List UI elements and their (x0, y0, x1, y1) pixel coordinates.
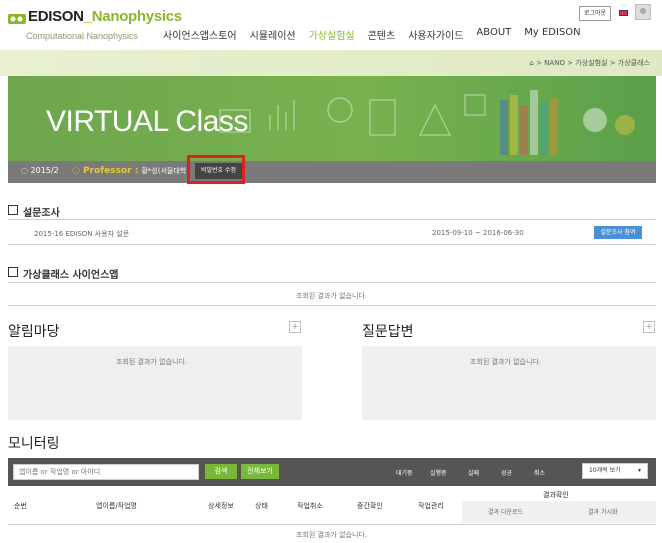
per-page-value: 10개씩 보기 (589, 467, 621, 474)
column-header-download: 결과 다운로드 (488, 509, 524, 516)
per-page-select[interactable]: 10개씩 보기 ▾ (582, 463, 648, 479)
survey-section-title: 설문조사 (23, 208, 60, 219)
divider (8, 244, 656, 245)
divider (8, 524, 656, 525)
column-header-cancel: 작업취소 (297, 502, 323, 510)
breadcrumb: ⌂ > NANO > 가상실험실 > 가상클래스 (529, 58, 650, 68)
nav-item-scienceapp-store[interactable]: 사이언스앱스토어 (163, 27, 237, 42)
survey-name[interactable]: 2015-16 EDISON 사용자 설문 (34, 229, 129, 239)
column-header-status: 상태 (255, 502, 268, 510)
logo-subtitle: Computational Nanophysics (26, 31, 139, 41)
status-tab-success[interactable]: 성공 (501, 468, 512, 477)
external-link-icon (8, 205, 18, 215)
breadcrumb-path: > NANO > 가상실험실 > 가상클래스 (536, 59, 650, 67)
monitoring-search-input[interactable] (13, 464, 199, 480)
notice-empty-message: 조회된 결과가 없습니다. (116, 358, 188, 366)
notice-more-button[interactable]: + (289, 321, 301, 333)
lightbulb-icon: ◌ (21, 166, 31, 175)
lightbulb-icon: ◌ (72, 166, 83, 176)
status-tab-cancelled[interactable]: 취소 (534, 468, 545, 477)
science-apps-empty-message: 조회된 결과가 없습니다. (296, 292, 368, 300)
search-button[interactable]: 검색 (205, 464, 237, 479)
divider (8, 305, 656, 306)
professor-prefix: Professor : (83, 166, 139, 176)
dropdown-arrow-icon: ▾ (637, 467, 641, 474)
monitoring-section-title: 모니터링 (8, 436, 60, 452)
logout-button[interactable]: 로그아웃 (579, 6, 611, 21)
professor-label: ◌ Professor : 황*성(서울대학 (72, 166, 186, 176)
column-header-index: 순번 (14, 502, 27, 510)
nav-item-my-edison[interactable]: My EDISON (524, 27, 580, 42)
highlight-box (187, 155, 245, 184)
main-nav: 사이언스앱스토어 시뮬레이션 가상실험실 콘텐츠 사용자가이드 ABOUT My… (163, 27, 594, 42)
status-tab-failed[interactable]: 실패 (468, 468, 479, 477)
column-header-app-job: 앱이름/작업명 (96, 502, 137, 510)
nav-item-user-guide[interactable]: 사용자가이드 (408, 27, 463, 42)
nav-item-virtual-lab[interactable]: 가상실험실 (309, 27, 355, 42)
notice-section-title: 알림마당 (8, 324, 60, 340)
edison-logo-icon (8, 14, 26, 24)
user-avatar-icon[interactable] (635, 4, 651, 20)
nav-item-contents[interactable]: 콘텐츠 (368, 27, 396, 42)
banner-title: VIRTUAL Class (46, 105, 248, 138)
divider (8, 219, 656, 220)
nav-item-simulation[interactable]: 시뮬레이션 (250, 27, 296, 42)
professor-name: 황*성(서울대학 (141, 167, 187, 175)
qna-more-button[interactable]: + (643, 321, 655, 333)
divider (8, 282, 656, 283)
status-tab-running[interactable]: 실행중 (430, 468, 447, 477)
qna-section-title: 질문답변 (362, 324, 414, 340)
column-header-result-group: 결과확인 (543, 491, 569, 499)
site-logo[interactable]: EDISON_Nanophysics (28, 8, 182, 25)
column-header-job-management: 작업관리 (418, 502, 444, 510)
banner-decoration-icons (219, 90, 635, 155)
take-survey-button[interactable]: 설문조사 참여 (594, 226, 642, 239)
view-all-button[interactable]: 전체보기 (241, 464, 279, 479)
survey-date-range: 2015-09-10 ~ 2016-06-30 (432, 229, 524, 237)
status-tab-waiting[interactable]: 대기중 (396, 468, 413, 477)
science-apps-section-title: 가상클래스 사이언스앱 (23, 270, 119, 281)
logo-accent-text: _Nanophysics (83, 8, 182, 25)
qna-empty-message: 조회된 결과가 없습니다. (470, 358, 542, 366)
column-header-details: 상세정보 (208, 502, 234, 510)
monitoring-empty-message: 조회된 결과가 없습니다. (296, 531, 368, 539)
semester-value: 2015/2 (30, 166, 59, 175)
logo-main-text: EDISON (28, 8, 84, 25)
column-header-visualize: 결과 가시화 (588, 509, 618, 516)
nav-item-about[interactable]: ABOUT (476, 27, 511, 42)
semester-label: ◌ 2015/2 (21, 166, 59, 175)
external-link-icon (8, 267, 18, 277)
column-header-intermediate: 중간확인 (357, 502, 383, 510)
us-flag-icon[interactable] (619, 10, 628, 16)
